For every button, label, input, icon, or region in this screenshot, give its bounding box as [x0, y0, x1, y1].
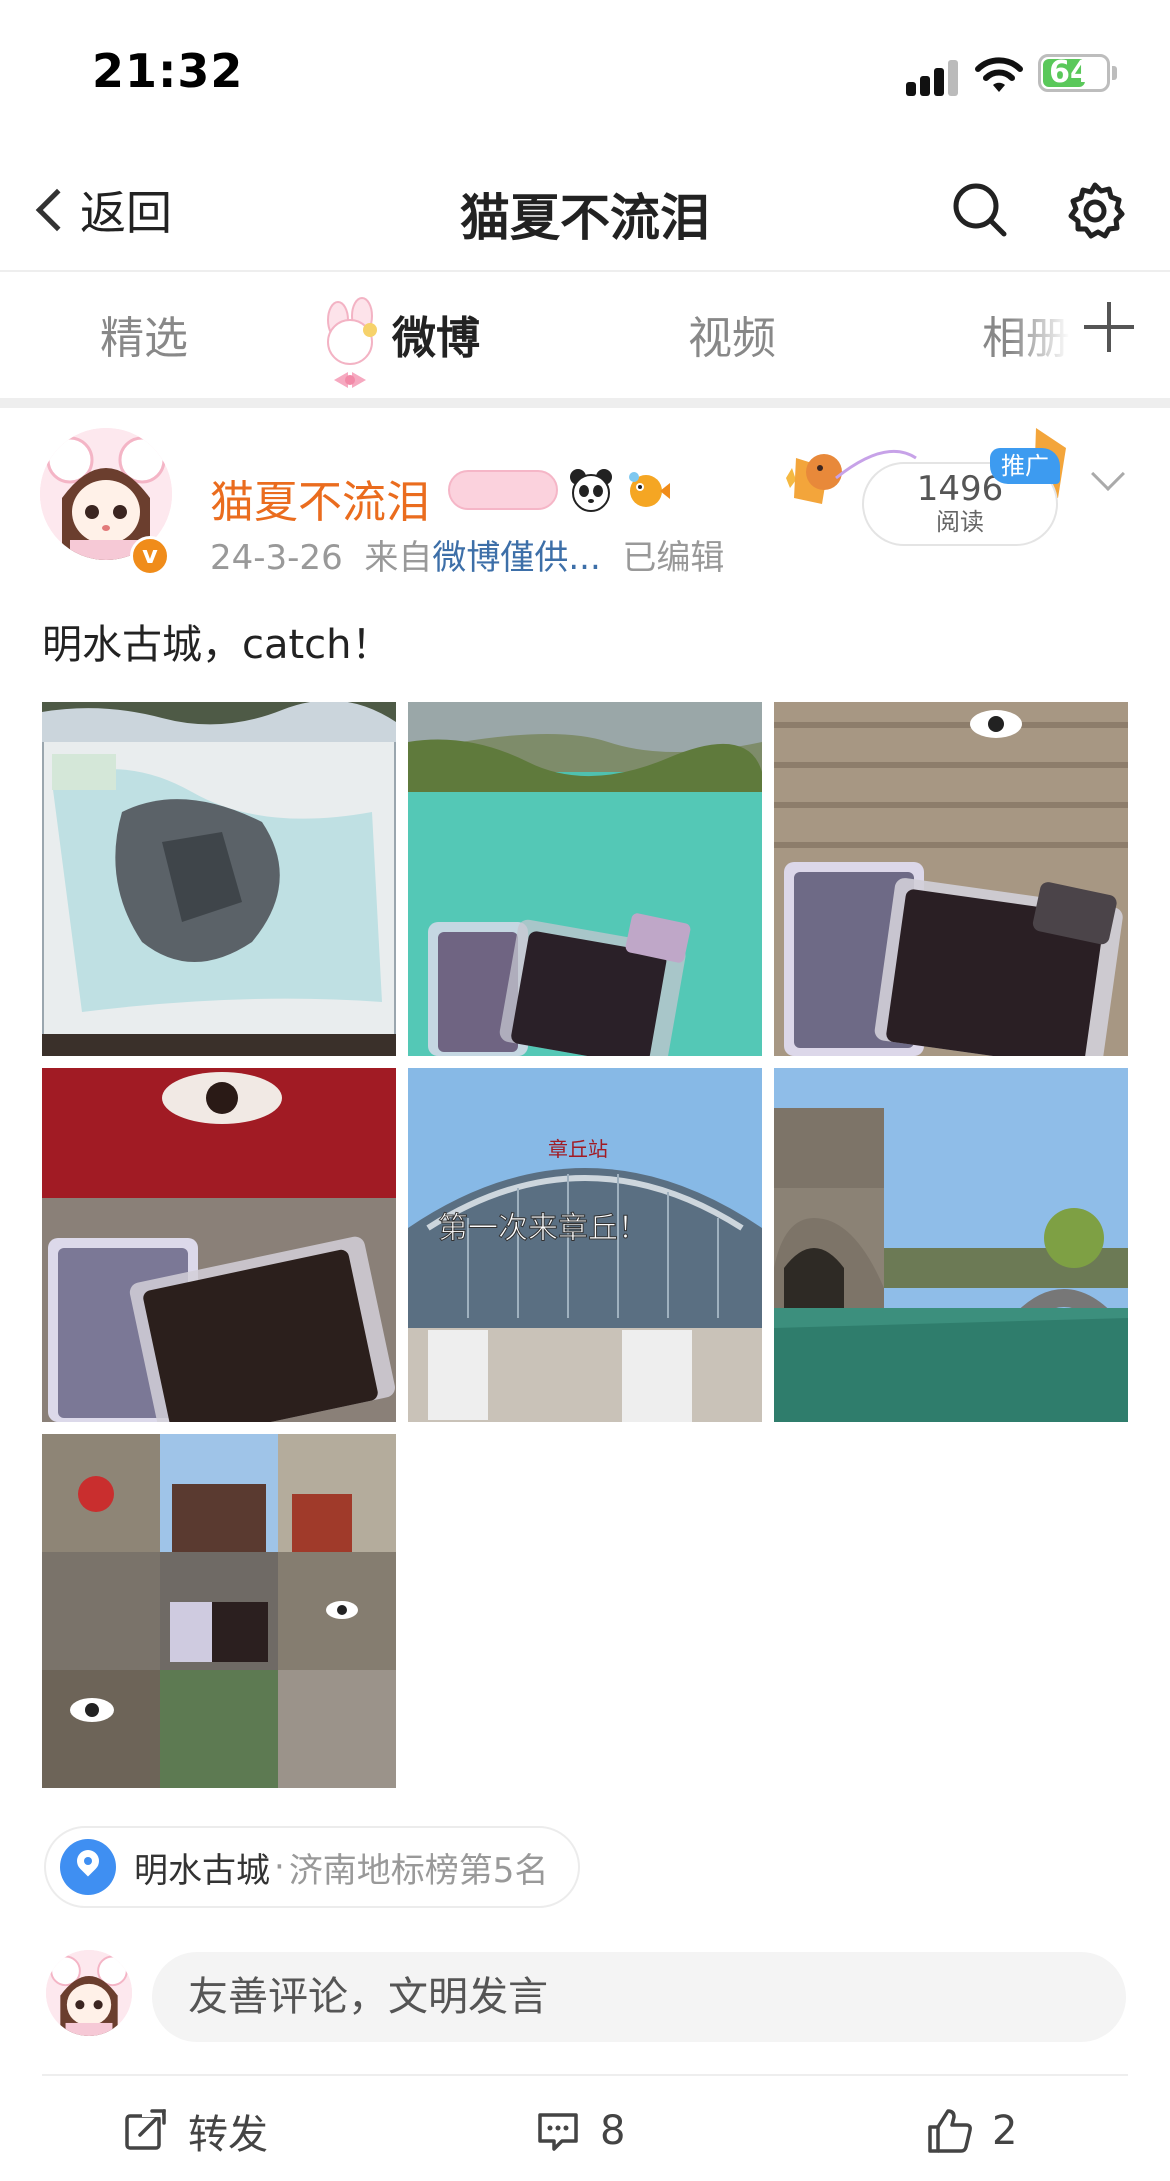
location-rank: 济南地标榜第5名: [288, 1850, 549, 1891]
repost-label: 转发: [188, 2112, 268, 2158]
user-badges: [448, 468, 670, 512]
search-icon[interactable]: [950, 180, 1010, 240]
red-sign-photo-art: [42, 1068, 396, 1422]
back-label: 返回: [80, 186, 172, 240]
photo-overlay-text: 第一次来章丘！: [438, 1211, 648, 1246]
tab-weibo[interactable]: 微博: [392, 302, 480, 366]
battery-tip: [1112, 66, 1117, 80]
post-source-link[interactable]: 微博僅供...: [432, 538, 600, 578]
wifi-icon: [975, 57, 1023, 92]
source-prefix: 来自: [364, 538, 433, 578]
tab-featured[interactable]: 精选: [100, 302, 188, 366]
post-text: 明水古城，catch！: [42, 622, 392, 668]
collage-photo-art: [42, 1434, 396, 1788]
panda-icon: [570, 469, 612, 512]
photo-wall-card[interactable]: [774, 702, 1128, 1056]
verified-badge-icon: v: [130, 536, 170, 576]
pufferfish-icon: [629, 472, 670, 507]
likes-count: 2: [992, 2108, 1018, 2154]
post-username[interactable]: 猫夏不流泪: [210, 466, 430, 530]
location-name: 明水古城: [134, 1850, 270, 1891]
photo-collage[interactable]: [42, 1434, 396, 1788]
water-photo-art: [408, 702, 762, 1056]
wall-card-photo-art: [774, 702, 1128, 1056]
vip-badge-icon[interactable]: [448, 470, 558, 510]
tab-videos[interactable]: 视频: [688, 302, 776, 366]
comment-button[interactable]: 8: [534, 2096, 625, 2166]
gear-icon[interactable]: [1064, 180, 1126, 242]
profile-tabs: 精选 微博 视频 相册: [0, 272, 1170, 398]
tab-fade: [1010, 272, 1070, 392]
views-label: 阅读: [936, 508, 984, 536]
bunny-sticker-icon: [327, 297, 377, 388]
canal-photo-art: [774, 1068, 1128, 1422]
post-date: 24-3-26: [210, 538, 343, 578]
photo-red-sign[interactable]: [42, 1068, 396, 1422]
station-sign: 章丘站: [548, 1137, 608, 1161]
comment-input[interactable]: [152, 1952, 1126, 2042]
battery-level: 64: [1049, 55, 1091, 90]
comments-count: 8: [600, 2108, 626, 2154]
nav-header: 返回 猫夏不流泪: [0, 150, 1170, 270]
comment-avatar: [46, 1950, 132, 2036]
battery-icon: 64: [1038, 54, 1110, 92]
thumbs-up-icon: [928, 2109, 972, 2153]
photo-map[interactable]: [42, 702, 396, 1056]
photo-station[interactable]: 章丘站 第一次来章丘！: [408, 1068, 762, 1422]
action-divider: [42, 2074, 1128, 2076]
location-separator: ·: [274, 1847, 285, 1887]
back-button[interactable]: 返回: [30, 170, 172, 250]
status-bar: 21:32 64: [0, 0, 1170, 140]
status-time: 21:32: [92, 44, 244, 98]
comment-icon: [538, 2113, 578, 2151]
map-photo-art: [42, 702, 396, 1056]
location-pin-icon: [60, 1839, 116, 1895]
like-button[interactable]: 2: [926, 2096, 1017, 2166]
location-tag[interactable]: 明水古城 · 济南地标榜第5名: [44, 1826, 581, 1908]
photo-canal[interactable]: [774, 1068, 1128, 1422]
repost-icon: [125, 2109, 166, 2150]
comment-avatar-illustration: [46, 1950, 132, 2036]
edited-label: 已编辑: [622, 538, 725, 578]
chevron-down-icon[interactable]: [1091, 457, 1125, 491]
promote-badge[interactable]: 推广: [990, 448, 1060, 484]
section-separator: [0, 398, 1170, 408]
chevron-left-icon: [35, 188, 79, 232]
cellular-signal-icon: [906, 60, 958, 96]
station-photo-art: 章丘站 第一次来章丘！: [408, 1068, 762, 1422]
repost-button[interactable]: 转发: [122, 2096, 268, 2166]
photo-water[interactable]: [408, 702, 762, 1056]
post-meta: 24-3-26 来自微博僅供... 已编辑: [210, 530, 724, 579]
add-tab-icon[interactable]: [1084, 302, 1134, 352]
